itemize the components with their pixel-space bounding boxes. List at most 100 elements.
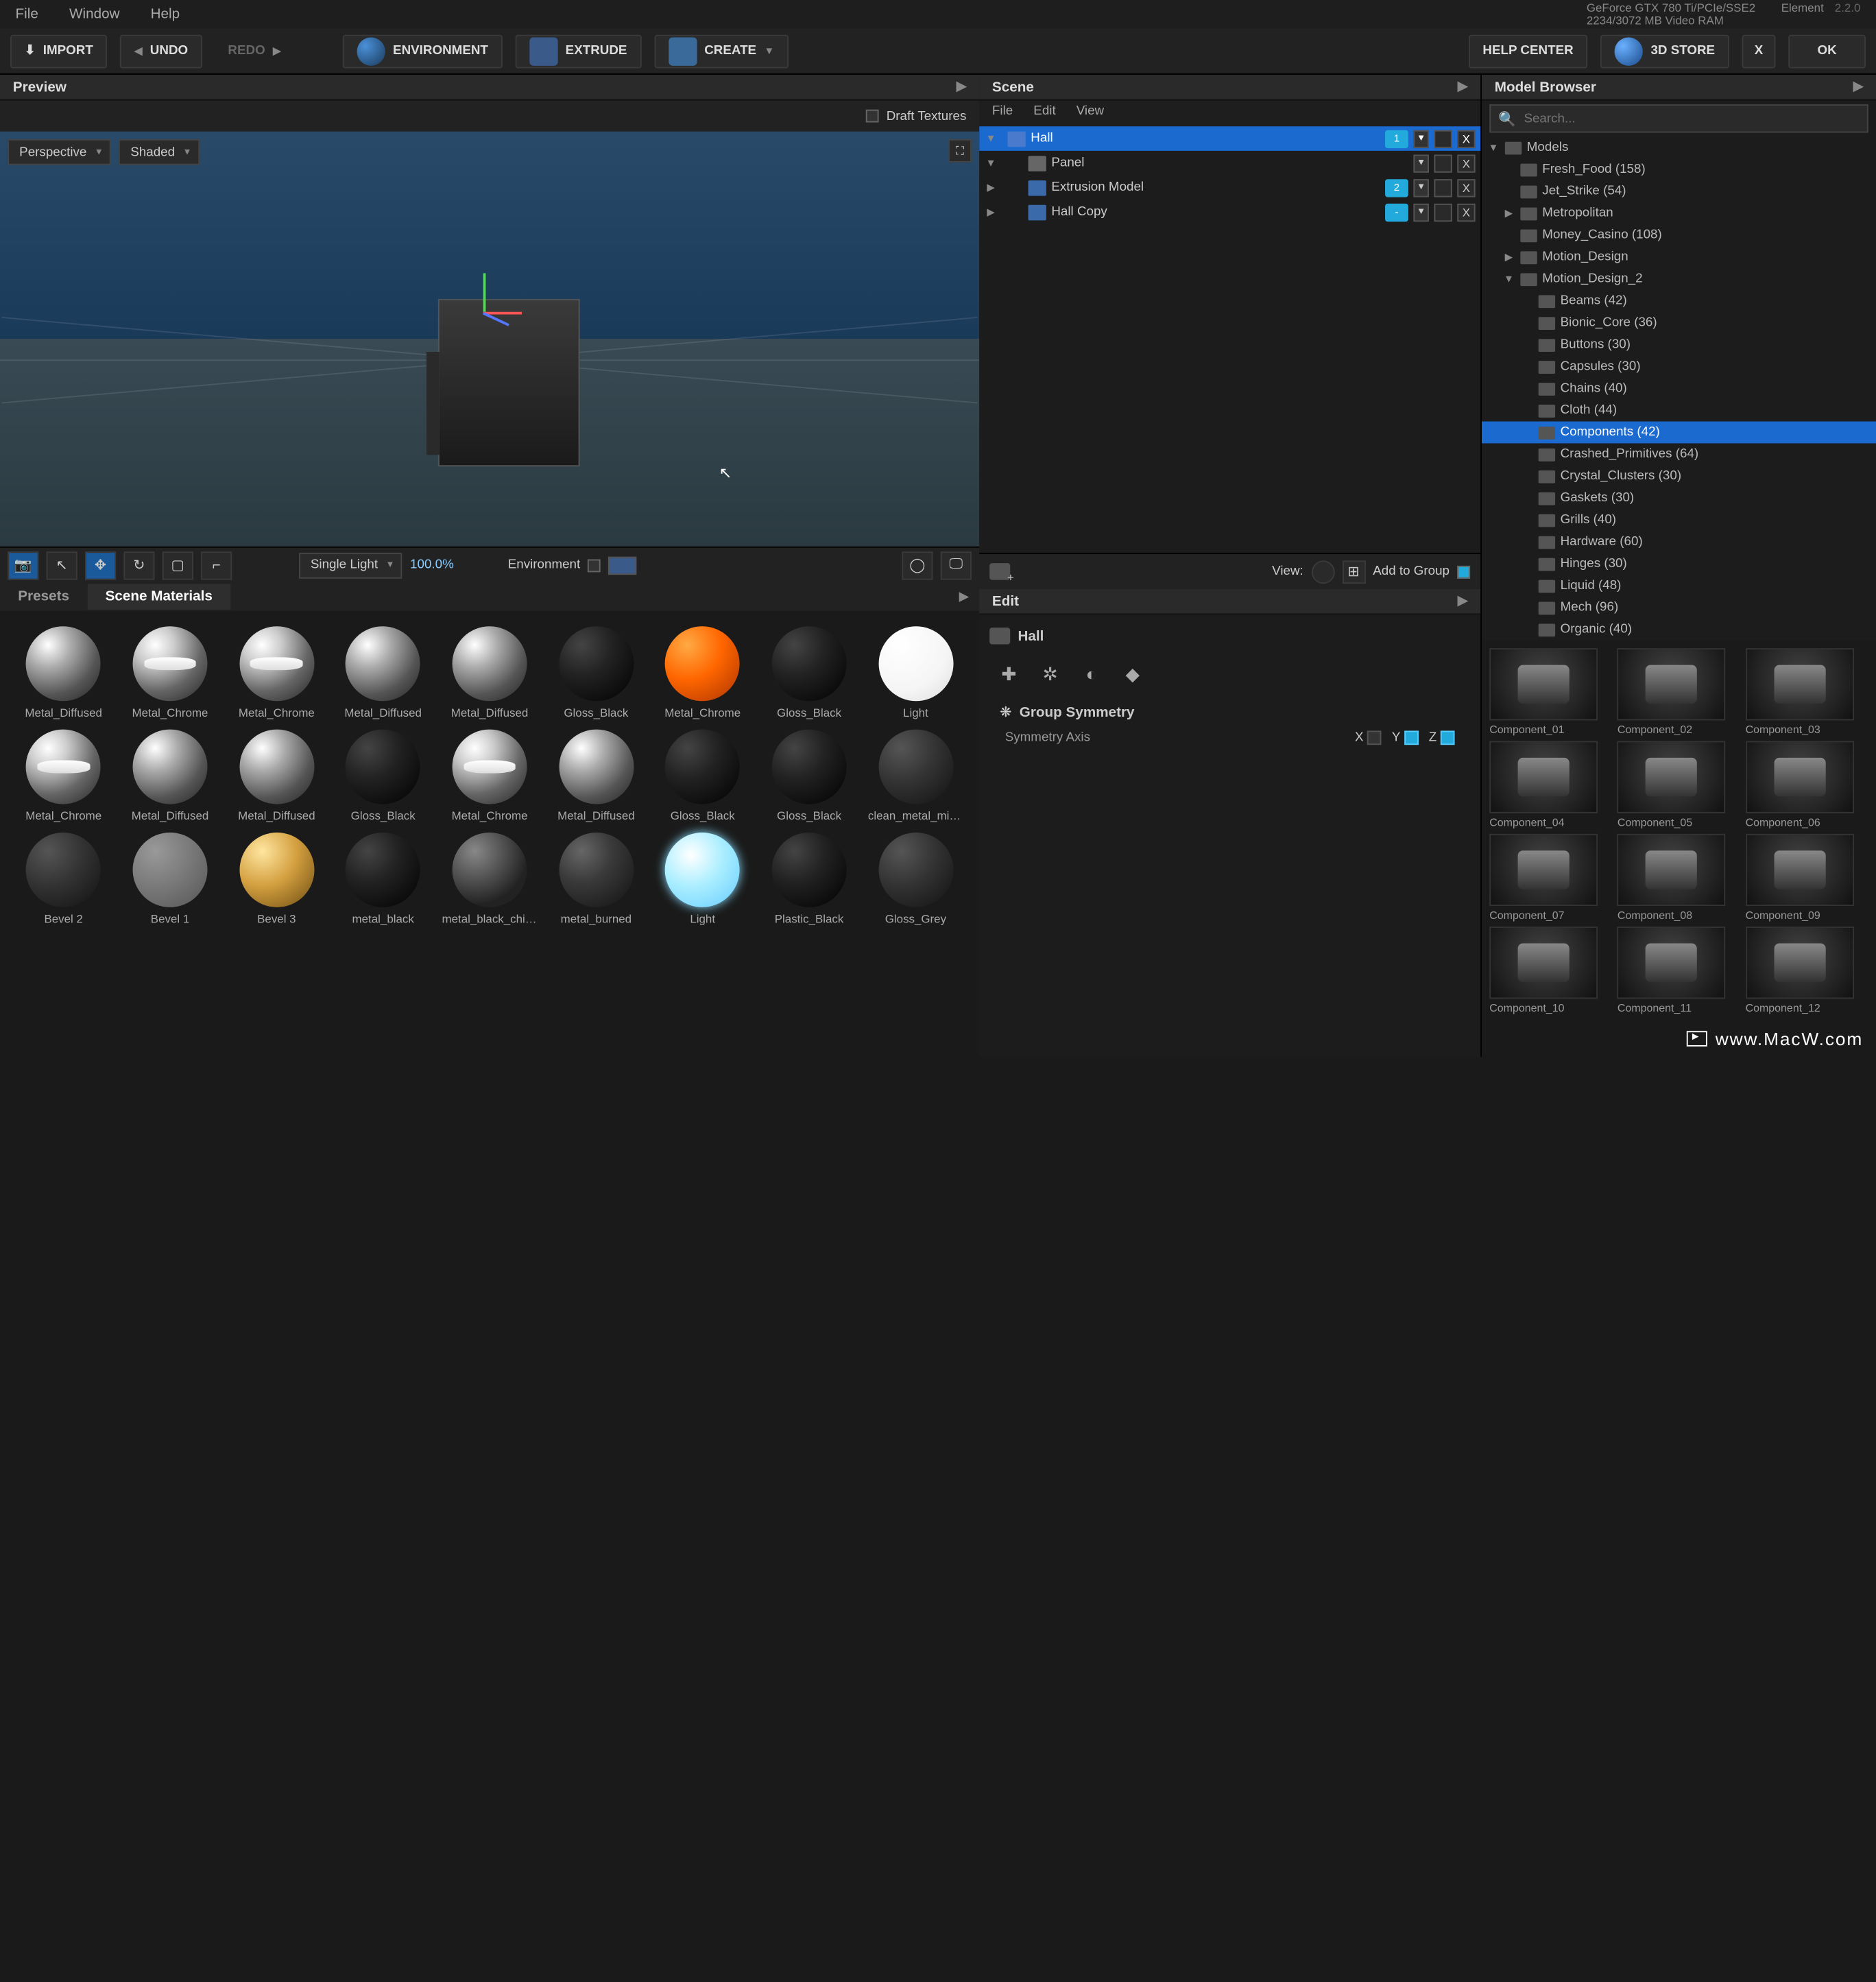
scene-view-menu[interactable]: View xyxy=(1077,104,1104,122)
tree-item[interactable]: Beams (42) xyxy=(1482,290,1876,312)
tree-item[interactable]: Chains (40) xyxy=(1482,378,1876,400)
symmetry-z[interactable]: Z xyxy=(1429,730,1455,745)
collapse-icon[interactable]: ▶ xyxy=(957,80,966,95)
redo-button[interactable]: REDO ▶ xyxy=(215,34,294,68)
delete-icon[interactable]: X xyxy=(1457,178,1475,196)
tree-item[interactable]: Hinges (30) xyxy=(1482,553,1876,575)
disclosure-icon[interactable]: ▶ xyxy=(1502,208,1515,219)
tree-item[interactable]: Capsules (30) xyxy=(1482,356,1876,378)
material-item[interactable]: metal_burned xyxy=(545,833,647,925)
tree-item[interactable]: Money_Casino (108) xyxy=(1482,224,1876,246)
settings-icon[interactable]: ✲ xyxy=(1036,660,1064,688)
tree-item[interactable]: Cloth (44) xyxy=(1482,400,1876,422)
tree-item[interactable]: Grills (40) xyxy=(1482,509,1876,531)
scene-item[interactable]: ▼ Hall 1 ▼ X xyxy=(979,126,1480,151)
render-icon[interactable]: ◯ xyxy=(902,551,933,579)
material-item[interactable]: Metal_Diffused xyxy=(226,730,327,822)
x-checkbox[interactable] xyxy=(1367,730,1382,745)
scene-materials-tab[interactable]: Scene Materials xyxy=(87,584,230,610)
scene-edit-menu[interactable]: Edit xyxy=(1033,104,1055,122)
component-item[interactable]: Component_01 xyxy=(1489,648,1612,736)
material-item[interactable]: metal_black_chips xyxy=(439,833,540,925)
delete-icon[interactable]: X xyxy=(1457,130,1475,147)
environment-button[interactable]: ENVIRONMENT xyxy=(343,34,503,68)
disclosure-icon[interactable]: ▶ xyxy=(1502,251,1515,263)
visibility-toggle[interactable] xyxy=(1434,178,1452,196)
dropdown-icon[interactable]: ▼ xyxy=(1413,154,1429,172)
display-icon[interactable]: 🖵 xyxy=(941,551,972,579)
material-item[interactable]: Bevel 2 xyxy=(13,833,115,925)
material-item[interactable]: Gloss_Black xyxy=(758,730,860,822)
material-item[interactable]: metal_black xyxy=(333,833,434,925)
camera-tool-icon[interactable]: 📷 xyxy=(8,551,38,579)
tree-item[interactable]: ▼ Models xyxy=(1482,136,1876,158)
fullscreen-icon[interactable]: ⛶ xyxy=(948,139,972,163)
component-item[interactable]: Component_02 xyxy=(1618,648,1740,736)
disclosure-icon[interactable]: ▶ xyxy=(985,182,998,193)
component-item[interactable]: Component_12 xyxy=(1746,927,1868,1014)
tree-item[interactable]: Bionic_Core (36) xyxy=(1482,312,1876,334)
y-checkbox[interactable] xyxy=(1404,730,1419,745)
collapse-icon[interactable]: ▶ xyxy=(959,590,980,604)
environment-color-swatch[interactable] xyxy=(609,556,637,574)
component-item[interactable]: Component_10 xyxy=(1489,927,1612,1014)
material-item[interactable]: Gloss_Black xyxy=(758,626,860,719)
tree-item[interactable]: Liquid (48) xyxy=(1482,575,1876,597)
material-item[interactable]: Metal_Chrome xyxy=(439,730,540,822)
material-item[interactable]: Gloss_Grey xyxy=(865,833,967,925)
collapse-icon[interactable]: ▶ xyxy=(1853,80,1863,95)
import-button[interactable]: ⬇ IMPORT xyxy=(10,34,107,68)
scene-item[interactable]: ▼ Panel ▼ X xyxy=(979,151,1480,176)
disclosure-icon[interactable]: ▼ xyxy=(985,133,998,145)
material-item[interactable]: Metal_Chrome xyxy=(652,626,754,719)
component-item[interactable]: Component_09 xyxy=(1746,834,1868,922)
tree-item[interactable]: ▼ Motion_Design_2 xyxy=(1482,268,1876,290)
search-bar[interactable]: 🔍 xyxy=(1489,104,1868,132)
dropdown-icon[interactable]: ▼ xyxy=(1413,130,1429,147)
material-item[interactable]: Gloss_Black xyxy=(652,730,754,822)
collapse-icon[interactable]: ▶ xyxy=(1458,80,1467,95)
component-item[interactable]: Component_06 xyxy=(1746,741,1868,828)
help-center-button[interactable]: HELP CENTER xyxy=(1469,34,1588,68)
presets-tab[interactable]: Presets xyxy=(0,584,87,610)
dropdown-icon[interactable]: ▼ xyxy=(1413,203,1429,221)
scene-item[interactable]: ▶ Hall Copy - ▼ X xyxy=(979,200,1480,224)
material-item[interactable]: Metal_Diffused xyxy=(333,626,434,719)
material-item[interactable]: Plastic_Black xyxy=(758,833,860,925)
view-mode-icon[interactable] xyxy=(1311,560,1334,583)
folder-icon[interactable]: + xyxy=(989,563,1010,580)
tree-item[interactable]: Mech (96) xyxy=(1482,597,1876,619)
3d-viewport[interactable]: Perspective Shaded ⛶ ↖ xyxy=(0,132,979,547)
tree-item[interactable]: Gaskets (30) xyxy=(1482,487,1876,509)
delete-icon[interactable]: X xyxy=(1457,203,1475,221)
disclosure-icon[interactable]: ▼ xyxy=(1502,273,1515,285)
component-item[interactable]: Component_05 xyxy=(1618,741,1740,828)
material-item[interactable]: Light xyxy=(652,833,754,925)
material-item[interactable]: Metal_Diffused xyxy=(119,730,221,822)
z-checkbox[interactable] xyxy=(1441,730,1455,745)
menu-file[interactable]: File xyxy=(16,6,38,22)
menu-help[interactable]: Help xyxy=(151,6,180,22)
material-item[interactable]: Gloss_Black xyxy=(333,730,434,822)
anchor-icon[interactable]: ◆ xyxy=(1118,660,1146,688)
material-item[interactable]: Metal_Chrome xyxy=(13,730,115,822)
transform-tool-icon[interactable]: ⌐ xyxy=(201,551,232,579)
add-tool-icon[interactable]: ✚ xyxy=(995,660,1023,688)
menu-window[interactable]: Window xyxy=(69,6,120,22)
tree-item[interactable]: Hardware (60) xyxy=(1482,531,1876,553)
draft-textures-checkbox[interactable] xyxy=(866,110,879,123)
tree-item[interactable]: Components (42) xyxy=(1482,421,1876,443)
disclosure-icon[interactable]: ▼ xyxy=(1487,142,1500,154)
component-item[interactable]: Component_04 xyxy=(1489,741,1612,828)
rotate-tool-icon[interactable]: ↻ xyxy=(123,551,154,579)
environment-checkbox[interactable] xyxy=(588,559,601,572)
shading-dropdown[interactable]: Shaded xyxy=(119,139,199,165)
extrude-button[interactable]: EXTRUDE xyxy=(515,34,641,68)
material-item[interactable]: Metal_Diffused xyxy=(13,626,115,719)
deform-icon[interactable]: ◐ xyxy=(1077,660,1105,688)
component-item[interactable]: Component_07 xyxy=(1489,834,1612,922)
visibility-toggle[interactable] xyxy=(1434,154,1452,172)
scene-file-menu[interactable]: File xyxy=(992,104,1013,122)
tree-item[interactable]: Crashed_Primitives (64) xyxy=(1482,443,1876,465)
material-item[interactable]: clean_metal_milita xyxy=(865,730,967,822)
